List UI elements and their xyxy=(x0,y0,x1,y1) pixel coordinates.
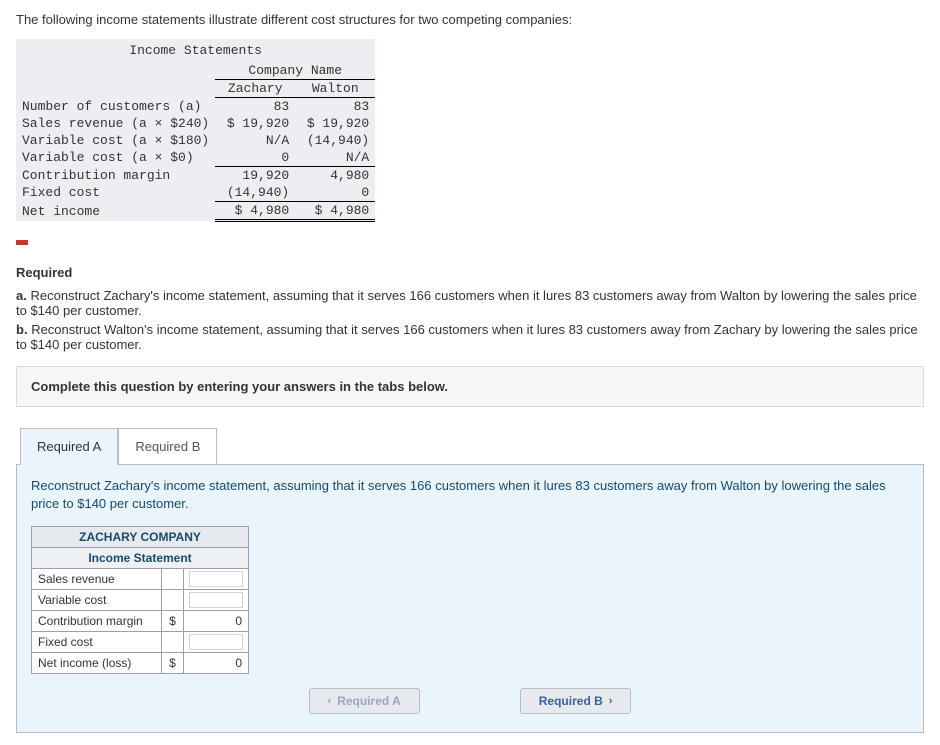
cell: (14,940) xyxy=(295,132,375,149)
table-row: Variable cost xyxy=(32,590,249,611)
row-label: Number of customers (a) xyxy=(16,98,215,116)
cell: 19,920 xyxy=(215,167,295,185)
contribution-margin-output: 0 xyxy=(184,611,249,632)
next-label: Required B xyxy=(539,694,603,708)
next-button[interactable]: Required B › xyxy=(520,688,632,714)
variable-cost-input[interactable] xyxy=(190,593,242,607)
col-zachary: Zachary xyxy=(215,80,295,98)
chevron-left-icon: ‹ xyxy=(328,695,332,707)
currency-cell: $ xyxy=(162,611,184,632)
table-row: Sales revenue xyxy=(32,569,249,590)
cell: 0 xyxy=(215,149,295,167)
income-statements-table: Income Statements Company Name Zachary W… xyxy=(16,39,375,222)
intro-text: The following income statements illustra… xyxy=(16,12,924,27)
fixed-cost-input[interactable] xyxy=(190,635,242,649)
row-label: Fixed cost xyxy=(32,632,162,653)
table-row: Fixed cost xyxy=(32,632,249,653)
req-b-text: Reconstruct Walton's income statement, a… xyxy=(16,322,918,352)
tabs: Required A Required B xyxy=(20,427,924,464)
red-marker xyxy=(16,240,28,245)
tab-required-b[interactable]: Required B xyxy=(118,428,217,465)
row-label: Fixed cost xyxy=(16,184,215,202)
row-label: Net income xyxy=(16,202,215,221)
row-label: Variable cost xyxy=(32,590,162,611)
row-label: Net income (loss) xyxy=(32,653,162,674)
cell: N/A xyxy=(295,149,375,167)
answer-table: ZACHARY COMPANY Income Statement Sales r… xyxy=(31,526,249,674)
cell: $ 4,980 xyxy=(295,202,375,221)
cell: $ 19,920 xyxy=(295,115,375,132)
row-label: Sales revenue xyxy=(32,569,162,590)
table-row: Net income (loss) $ 0 xyxy=(32,653,249,674)
table-title: Income Statements xyxy=(16,39,375,62)
cell: (14,940) xyxy=(215,184,295,202)
row-label: Contribution margin xyxy=(16,167,215,185)
req-a-text: Reconstruct Zachary's income statement, … xyxy=(16,288,917,318)
cell: 0 xyxy=(295,184,375,202)
sales-revenue-input[interactable] xyxy=(190,572,242,586)
prev-button[interactable]: ‹ Required A xyxy=(309,688,420,714)
chevron-right-icon: › xyxy=(609,695,613,707)
panel-instruction: Reconstruct Zachary's income statement, … xyxy=(31,477,909,512)
row-label: Variable cost (a × $180) xyxy=(16,132,215,149)
cell: 4,980 xyxy=(295,167,375,185)
answer-company-header: ZACHARY COMPANY xyxy=(32,527,249,548)
row-label: Contribution margin xyxy=(32,611,162,632)
instruction-box: Complete this question by entering your … xyxy=(16,366,924,407)
table-row: Contribution margin $ 0 xyxy=(32,611,249,632)
currency-cell xyxy=(162,632,184,653)
col-walton: Walton xyxy=(295,80,375,98)
row-label: Sales revenue (a × $240) xyxy=(16,115,215,132)
requirements-list: a. Reconstruct Zachary's income statemen… xyxy=(16,288,924,352)
req-b-label: b. xyxy=(16,322,28,337)
tab-required-a[interactable]: Required A xyxy=(20,428,118,465)
cell: 83 xyxy=(295,98,375,116)
currency-cell xyxy=(162,590,184,611)
cell: 83 xyxy=(215,98,295,116)
currency-cell xyxy=(162,569,184,590)
required-heading: Required xyxy=(16,265,924,280)
net-income-output: 0 xyxy=(184,653,249,674)
tab-panel-required-a: Reconstruct Zachary's income statement, … xyxy=(16,464,924,733)
req-a-label: a. xyxy=(16,288,27,303)
cell: $ 4,980 xyxy=(215,202,295,221)
cell: N/A xyxy=(215,132,295,149)
row-label: Variable cost (a × $0) xyxy=(16,149,215,167)
currency-cell: $ xyxy=(162,653,184,674)
answer-statement-header: Income Statement xyxy=(32,548,249,569)
prev-label: Required A xyxy=(337,694,401,708)
cell: $ 19,920 xyxy=(215,115,295,132)
company-header: Company Name xyxy=(215,62,375,80)
